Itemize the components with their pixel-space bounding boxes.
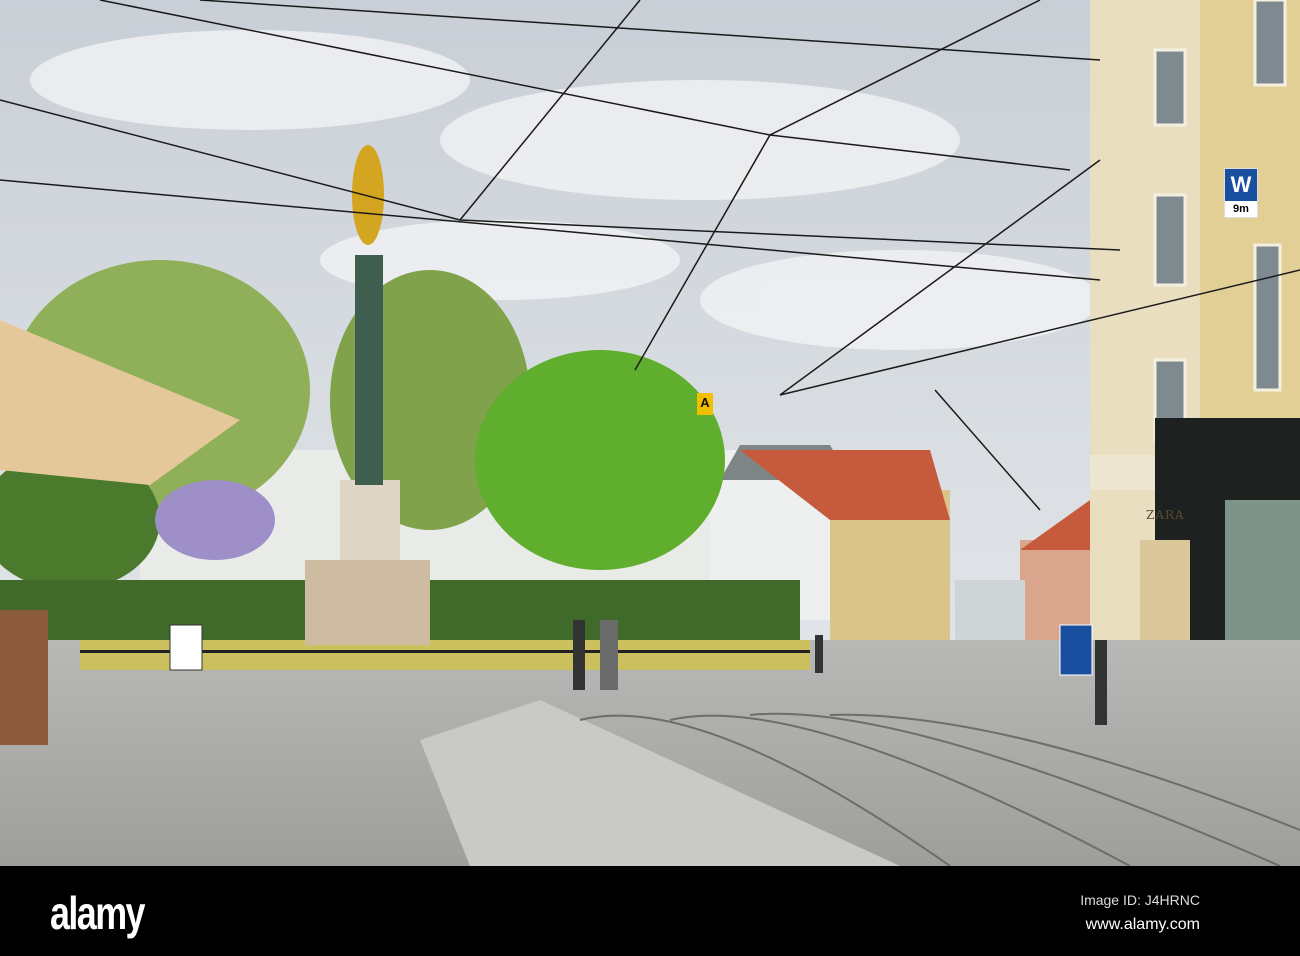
image-id: Image ID: J4HRNC <box>1080 892 1200 908</box>
watermark-bar: alamy Image ID: J4HRNC www.alamy.com <box>0 866 1300 956</box>
street-scene <box>0 0 1300 866</box>
sidewalk-sign <box>169 624 203 671</box>
street-photo: A W 9m ZARA <box>0 0 1300 866</box>
no-parking-sign <box>1059 624 1093 676</box>
zara-store-sign: ZARA <box>1146 508 1185 522</box>
alamy-url: www.alamy.com <box>1085 916 1200 933</box>
w-distance: 9m <box>1233 203 1249 215</box>
w-letter: W <box>1225 169 1257 201</box>
golden-statue <box>352 145 384 245</box>
a-sign: A <box>697 393 713 415</box>
w-distance-sign: W 9m <box>1224 168 1258 218</box>
alamy-logo: alamy <box>50 887 146 939</box>
wooden-planter <box>0 610 48 745</box>
distant-building <box>955 580 1025 650</box>
